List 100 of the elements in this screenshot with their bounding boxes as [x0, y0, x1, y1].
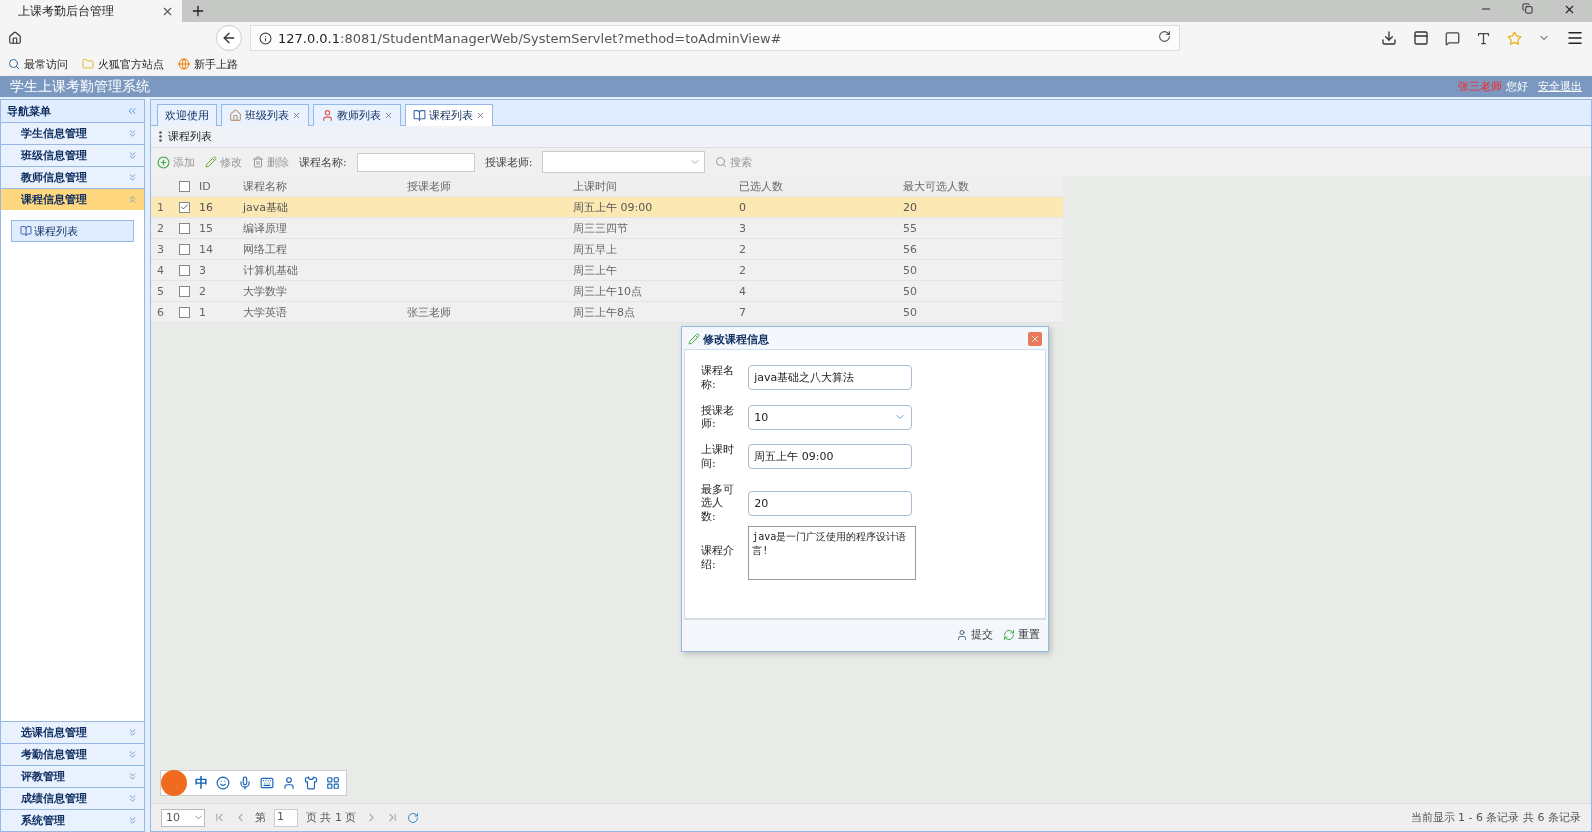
user-icon: [321, 109, 334, 122]
column-header[interactable]: 授课老师: [403, 178, 569, 194]
teacher-select[interactable]: 10: [748, 404, 913, 430]
table-cell-text: 编译原理: [242, 220, 288, 236]
table-cell-text: 周三上午8点: [572, 304, 636, 320]
field-label: 上课时间:: [701, 443, 735, 471]
expand-icon: [127, 172, 138, 183]
expand-icon: [127, 749, 138, 760]
table-cell-text: 3: [738, 221, 747, 235]
table-row[interactable]: 3 14 网络工程 周五早上 2 56: [151, 239, 1063, 260]
shirt-icon: [304, 776, 318, 790]
sidebar-section[interactable]: 课程信息管理: [1, 188, 144, 210]
sidebar-section[interactable]: 考勤信息管理: [1, 743, 144, 765]
add-icon: [157, 155, 170, 169]
table-row[interactable]: 4 3 计算机基础 周三上午 2 50: [151, 260, 1063, 281]
expand-icon: [127, 815, 138, 826]
sidebar-section[interactable]: 教师信息管理: [1, 166, 144, 188]
address-bar[interactable]: 127.0.0.1:8081/StudentManagerWeb/SystemServlet?method=toAdminView#: [250, 25, 1180, 51]
sidebar-icon: [1413, 30, 1429, 46]
tab[interactable]: 欢迎使用: [157, 104, 217, 126]
filter-label: 授课老师:: [484, 154, 533, 170]
checkbox[interactable]: [179, 285, 190, 297]
column-header[interactable]: 上课时间: [569, 178, 735, 194]
column-header[interactable]: 已选人数: [735, 178, 899, 194]
close-icon[interactable]: [384, 111, 393, 120]
app-title: 学生上课考勤管理系统: [10, 77, 150, 96]
input-field[interactable]: 周五上午 09:00: [748, 444, 913, 470]
table-cell-text: 50: [902, 284, 918, 298]
sidebar-section[interactable]: 选课信息管理: [1, 721, 144, 743]
table-cell-text: 周五早上: [572, 241, 618, 257]
star-icon: [1507, 30, 1522, 46]
field-label: 课程介绍:: [701, 544, 735, 572]
refresh-icon: [406, 811, 419, 824]
grip-icon: [159, 131, 162, 142]
download-icon: [1381, 30, 1397, 46]
tab[interactable]: 教师列表: [313, 104, 401, 126]
table-row[interactable]: 1 16 java基础 周五上午 09:00 0 20: [151, 197, 1063, 218]
record-info: 当前显示 1 - 6 条记录 共 6 条记录: [1410, 810, 1581, 825]
table-row[interactable]: 6 1 大学英语 张三老师 周三上午8点 7 50: [151, 302, 1063, 323]
sidebar-section[interactable]: 系统管理: [1, 809, 144, 831]
bookmark-link[interactable]: 火狐官方站点: [82, 56, 164, 72]
tab[interactable]: 班级列表: [221, 104, 309, 126]
table-row[interactable]: 2 15 编译原理 周三三四节 3 55: [151, 218, 1063, 239]
page-size-select[interactable]: 10: [161, 808, 205, 827]
sidebar-section[interactable]: 学生信息管理: [1, 122, 144, 144]
close-icon[interactable]: [292, 111, 301, 120]
tab[interactable]: 课程列表: [405, 104, 493, 126]
table-cell-text: 周五上午 09:00: [572, 199, 654, 215]
checkbox[interactable]: [179, 180, 190, 192]
globe-icon: [178, 58, 190, 70]
bookmark-link[interactable]: 新手上路: [178, 56, 238, 72]
checkbox[interactable]: [179, 201, 190, 213]
row-number: 5: [156, 284, 165, 298]
refresh-icon: [1003, 628, 1015, 641]
close-icon[interactable]: [476, 111, 485, 120]
dialog-button[interactable]: 提交: [956, 627, 993, 642]
description-field[interactable]: java是一门广泛使用的程序设计语言!: [748, 525, 917, 580]
table-cell-text: 周三上午10点: [572, 283, 643, 299]
table-cell-text: 15: [198, 221, 214, 235]
table-row[interactable]: 5 2 大学数学 周三上午10点 4 50: [151, 281, 1063, 302]
checkbox[interactable]: [179, 264, 190, 276]
close-icon: [1030, 334, 1040, 344]
checkbox[interactable]: [179, 306, 190, 318]
checkbox[interactable]: [179, 222, 190, 234]
column-header[interactable]: 课程名称: [239, 178, 403, 194]
table-cell-text: 56: [902, 242, 918, 256]
table-cell-text: 50: [902, 263, 918, 277]
column-header[interactable]: ID: [195, 179, 239, 193]
new-tab-icon[interactable]: [190, 3, 206, 19]
collapse-icon: [127, 194, 138, 205]
sidebar-item[interactable]: 课程列表: [11, 220, 134, 242]
input-field[interactable]: [356, 152, 475, 172]
collapse-icon: [126, 105, 138, 117]
sidebar-section[interactable]: 评教管理: [1, 765, 144, 787]
back-button[interactable]: [216, 25, 242, 51]
bookmark-link[interactable]: 最常访问: [8, 56, 68, 72]
table-cell-text: 网络工程: [242, 241, 288, 257]
input-field[interactable]: java基础之八大算法: [748, 365, 913, 391]
ime-mode[interactable]: 中: [195, 774, 208, 792]
reload-icon: [1158, 30, 1171, 43]
filter-label: 课程名称:: [299, 154, 347, 170]
input-field[interactable]: 20: [748, 490, 913, 516]
browser-tab[interactable]: 上课考勤后台管理: [0, 0, 182, 22]
close-button[interactable]: [1028, 332, 1042, 346]
sidebar-section[interactable]: 成绩信息管理: [1, 787, 144, 809]
dialog-button[interactable]: 重置: [1003, 627, 1040, 642]
user-icon: [956, 628, 968, 641]
page-field[interactable]: 1: [274, 808, 298, 827]
back-icon: [221, 30, 237, 46]
sidebar-section[interactable]: 班级信息管理: [1, 144, 144, 166]
page-total: 页 共 1 页: [306, 810, 357, 825]
table-cell-text: 1: [198, 305, 207, 319]
column-header[interactable]: 最大可选人数: [899, 178, 1063, 194]
checkbox[interactable]: [179, 243, 190, 255]
expand-icon: [127, 793, 138, 804]
row-number: 1: [156, 200, 165, 214]
table-cell-text: 大学数学: [242, 283, 288, 299]
first-page-icon: [213, 811, 226, 824]
user-name: 张三老师: [1458, 79, 1502, 94]
book-icon: [20, 225, 32, 237]
